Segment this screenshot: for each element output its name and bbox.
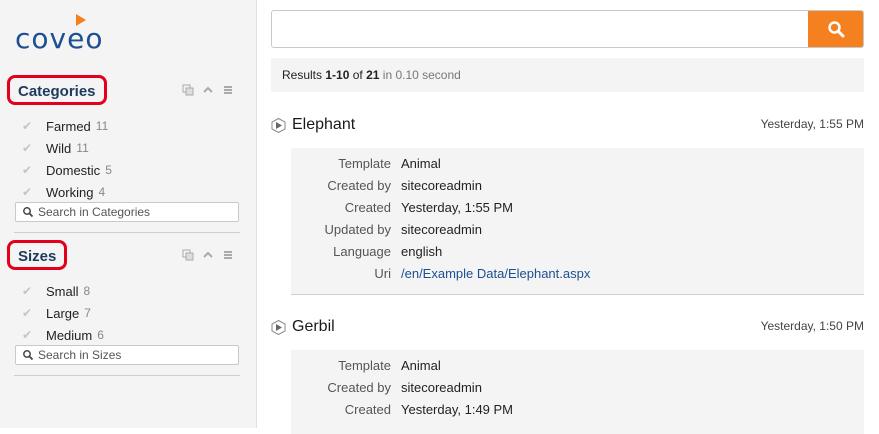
field-row: Created Yesterday, 1:55 PM bbox=[344, 199, 514, 215]
facet-search-sizes[interactable] bbox=[15, 345, 239, 365]
field-row: Template Animal bbox=[338, 357, 441, 373]
facet-divider bbox=[14, 375, 240, 376]
facet-value-farmed[interactable]: ✔ Farmed 11 bbox=[14, 115, 240, 137]
facet-value-small[interactable]: ✔ Small 8 bbox=[14, 280, 240, 302]
item-icon bbox=[271, 117, 286, 133]
facet-values: ✔ Farmed 11 ✔ Wild 11 ✔ Domestic 5 ✔ Working 4 bbox=[14, 115, 240, 203]
collapse-icon[interactable] bbox=[202, 249, 214, 261]
field-row: Created by sitecoreadmin bbox=[327, 177, 482, 193]
menu-icon[interactable] bbox=[222, 84, 234, 96]
facet-value-domestic[interactable]: ✔ Domestic 5 bbox=[14, 159, 240, 181]
checkbox-icon[interactable]: ✔ bbox=[20, 284, 34, 298]
facet-title-sizes: Sizes bbox=[7, 240, 68, 270]
result-item: Gerbil Yesterday, 1:50 PM Template Animal… bbox=[271, 317, 864, 434]
facet-search-input[interactable] bbox=[38, 205, 228, 219]
checkbox-icon[interactable]: ✔ bbox=[20, 185, 34, 199]
search-box[interactable] bbox=[271, 10, 864, 48]
coveo-logo: coveo bbox=[15, 14, 125, 55]
result-fields: Template Animal Created by sitecoreadmin C… bbox=[291, 350, 864, 434]
result-title-link[interactable]: Elephant bbox=[292, 116, 355, 134]
search-icon bbox=[23, 207, 34, 218]
facet-value-working[interactable]: ✔ Working 4 bbox=[14, 181, 240, 203]
result-item: Elephant Yesterday, 1:55 PM Template Anim… bbox=[271, 115, 864, 295]
collapse-icon[interactable] bbox=[202, 84, 214, 96]
result-divider bbox=[291, 294, 864, 295]
field-row: Updated by sitecoreadmin bbox=[324, 221, 482, 237]
field-row: Language english bbox=[333, 243, 443, 259]
facet-tools bbox=[182, 82, 234, 98]
result-fields: Template Animal Created by sitecoreadmin C… bbox=[291, 148, 864, 294]
facet-sidebar: coveo Categories ✔ Farmed 11 ✔ Wild 11 ✔ Dome… bbox=[0, 0, 257, 428]
query-summary: Results 1-10 of 21 in 0.10 second bbox=[271, 58, 864, 92]
facet-value-medium[interactable]: ✔ Medium 6 bbox=[14, 324, 240, 346]
field-row: Template Animal bbox=[338, 155, 441, 171]
facet-title-categories: Categories bbox=[7, 75, 107, 105]
logo-text: coveo bbox=[15, 22, 104, 55]
checkbox-icon[interactable]: ✔ bbox=[20, 141, 34, 155]
menu-icon[interactable] bbox=[222, 249, 234, 261]
checkbox-icon[interactable]: ✔ bbox=[20, 163, 34, 177]
field-row: Created Yesterday, 1:49 PM bbox=[344, 401, 514, 417]
facet-value-large[interactable]: ✔ Large 7 bbox=[14, 302, 240, 324]
field-row: Created by sitecoreadmin bbox=[327, 379, 482, 395]
facet-tools bbox=[182, 247, 234, 263]
search-input[interactable] bbox=[278, 19, 802, 41]
search-button[interactable] bbox=[808, 11, 863, 47]
checkbox-icon[interactable]: ✔ bbox=[20, 119, 34, 133]
uri-link[interactable]: /en/Example Data/Elephant.aspx bbox=[401, 266, 590, 281]
result-date: Yesterday, 1:55 PM bbox=[760, 117, 864, 131]
search-icon bbox=[23, 350, 34, 361]
settings-copy-icon[interactable] bbox=[182, 249, 194, 261]
checkbox-icon[interactable]: ✔ bbox=[20, 306, 34, 320]
checkbox-icon[interactable]: ✔ bbox=[20, 328, 34, 342]
facet-search-categories[interactable] bbox=[15, 202, 239, 222]
item-icon bbox=[271, 319, 286, 335]
facet-divider bbox=[14, 232, 240, 233]
settings-copy-icon[interactable] bbox=[182, 84, 194, 96]
search-icon bbox=[828, 21, 845, 38]
result-title-link[interactable]: Gerbil bbox=[292, 318, 335, 336]
field-row: Uri/en/Example Data/Elephant.aspx bbox=[374, 265, 591, 281]
facet-value-wild[interactable]: ✔ Wild 11 bbox=[14, 137, 240, 159]
facet-values: ✔ Small 8 ✔ Large 7 ✔ Medium 6 bbox=[14, 280, 240, 346]
facet-search-input[interactable] bbox=[38, 348, 228, 362]
result-date: Yesterday, 1:50 PM bbox=[760, 319, 864, 333]
